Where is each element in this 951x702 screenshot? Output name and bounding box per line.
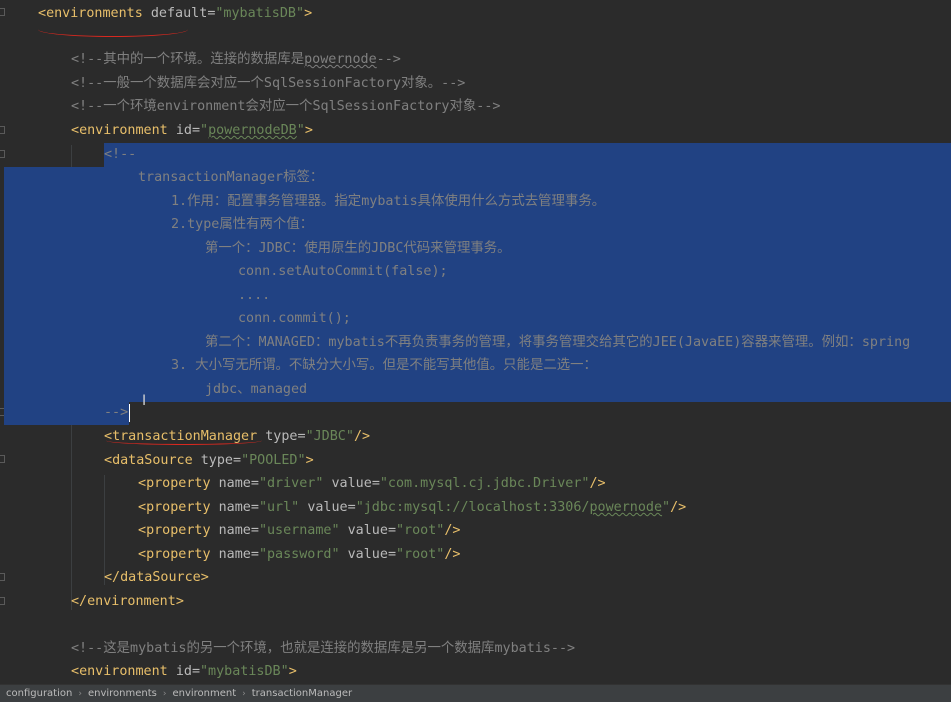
code-line[interactable]: <property name="url" value="jdbc:mysql:/…	[138, 496, 686, 520]
spell-check-word: powernode	[589, 500, 663, 515]
breadcrumb-item[interactable]: transactionManager	[252, 688, 352, 699]
block-comment-line[interactable]: transactionManager标签：	[138, 166, 323, 190]
text-caret	[129, 404, 130, 422]
xml-value: "mybatisDB"	[215, 6, 305, 21]
fold-marker-icon[interactable]	[0, 597, 5, 605]
code-comment[interactable]: <!--一般一个数据库会对应一个SqlSessionFactory对象。-->	[71, 72, 465, 96]
breadcrumb-separator-icon: ›	[78, 688, 82, 699]
block-comment-line[interactable]: 3. 大小写无所谓。不缺分大小写。但是不能写其他值。只能是二选一：	[171, 354, 597, 378]
block-comment-line[interactable]: ....	[238, 284, 270, 308]
code-line[interactable]: <environment id="mybatisDB">	[71, 660, 297, 684]
red-underline-annotation	[106, 436, 262, 445]
xml-attribute: type	[200, 453, 233, 468]
xml-attribute: default	[150, 6, 208, 21]
breadcrumb-separator-icon: ›	[162, 688, 167, 699]
breadcrumb-item[interactable]: environments	[88, 688, 157, 699]
block-comment-line[interactable]: <!--	[104, 143, 136, 167]
breadcrumb: configuration › environments › environme…	[0, 684, 951, 702]
block-comment-line[interactable]: conn.commit();	[238, 307, 351, 331]
fold-marker-icon[interactable]	[0, 8, 5, 16]
block-comment-line[interactable]: 第二个：MANAGED：mybatis不再负责事务的管理，将事务管理交给其它的J…	[205, 331, 910, 355]
spell-check-word: powernode	[304, 52, 377, 67]
fold-marker-icon[interactable]	[0, 573, 5, 581]
red-underline-annotation	[38, 22, 188, 37]
block-comment-line[interactable]: 第一个：JDBC：使用原生的JDBC代码来管理事务。	[205, 237, 511, 261]
code-editor[interactable]: <environments default="mybatisDB"> <!--其…	[0, 0, 951, 684]
xml-tag: environments	[46, 6, 143, 21]
code-comment[interactable]: <!--一个环境environment会对应一个SqlSessionFactor…	[71, 95, 500, 119]
code-line[interactable]: </environment>	[71, 590, 184, 614]
spell-check-word: powernodeDB	[208, 123, 297, 138]
xml-tag: environment	[79, 123, 168, 138]
text-selection	[104, 143, 951, 167]
code-line[interactable]: <property name="password" value="root"/>	[138, 543, 461, 567]
block-comment-line[interactable]: conn.setAutoCommit(false);	[238, 260, 448, 284]
fold-marker-icon[interactable]	[0, 455, 5, 463]
code-comment[interactable]: <!--其中的一个环境。连接的数据库是powernode-->	[71, 48, 401, 72]
breadcrumb-separator-icon: ›	[242, 688, 246, 699]
xml-value: "JDBC"	[305, 429, 354, 444]
code-line[interactable]: <property name="username" value="root"/>	[138, 519, 461, 543]
breadcrumb-item[interactable]: environment	[172, 688, 236, 699]
xml-attribute: id	[175, 123, 192, 138]
code-line[interactable]: <dataSource type="POOLED">	[104, 449, 314, 473]
fold-marker-icon[interactable]	[0, 150, 5, 158]
block-comment-line[interactable]: jdbc、managed	[205, 378, 307, 402]
breadcrumb-item[interactable]: configuration	[6, 688, 72, 699]
xml-tag: dataSource	[112, 453, 193, 468]
code-comment[interactable]: <!--这是mybatis的另一个环境，也就是连接的数据库是另一个数据库myba…	[71, 637, 575, 661]
block-comment-line[interactable]: 2.type属性有两个值：	[171, 213, 313, 237]
code-line[interactable]: <environment id="powernodeDB">	[71, 119, 313, 143]
mouse-ibeam-cursor-icon: I	[142, 393, 147, 409]
code-line[interactable]: <property name="driver" value="com.mysql…	[138, 472, 606, 496]
block-comment-line[interactable]: 1.作用：配置事务管理器。指定mybatis具体使用什么方式去管理事务。	[171, 190, 605, 214]
code-line[interactable]: </dataSource>	[104, 566, 209, 590]
fold-marker-icon[interactable]	[0, 126, 5, 134]
xml-attribute: type	[265, 429, 298, 444]
xml-value: "POOLED"	[241, 453, 306, 468]
block-comment-line[interactable]: -->	[104, 401, 128, 425]
